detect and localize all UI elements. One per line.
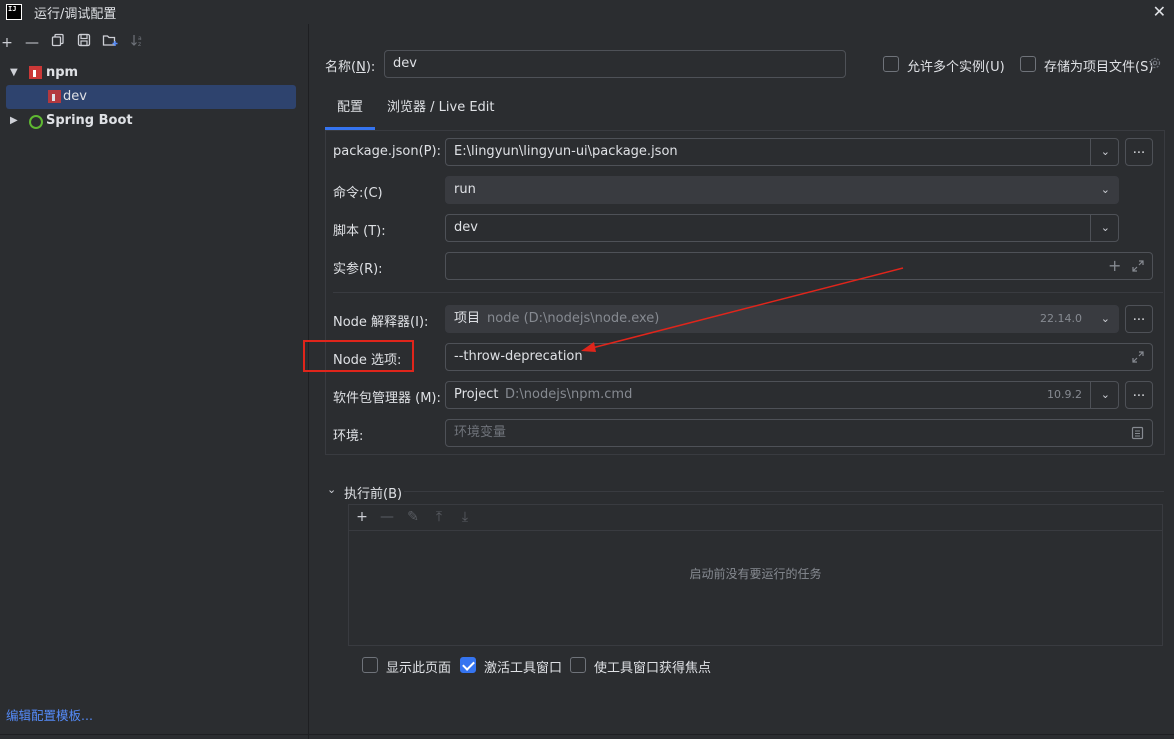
- package-manager-path: D:\nodejs\npm.cmd: [505, 387, 633, 402]
- remove-icon[interactable]: —: [22, 32, 42, 54]
- before-launch-panel: + — ✎ ⤒ ⤓ 启动前没有要运行的任务: [348, 504, 1163, 646]
- name-field[interactable]: dev: [384, 50, 846, 78]
- bottom-divider: [0, 734, 1174, 735]
- add-icon[interactable]: +: [352, 507, 372, 527]
- combo-separator: [1090, 215, 1091, 241]
- tab-configuration[interactable]: 配置: [324, 100, 376, 130]
- node-interpreter-kind: 项目: [454, 311, 481, 326]
- node-interpreter-combo[interactable]: 项目 node (D:\nodejs\node.exe) 22.14.0 ⌄: [445, 305, 1119, 333]
- tab-browser-live-edit[interactable]: 浏览器 / Live Edit: [387, 100, 495, 130]
- before-launch-empty-text: 启动前没有要运行的任务: [689, 567, 822, 581]
- environment-field[interactable]: 环境变量: [445, 419, 1153, 447]
- chevron-down-icon[interactable]: ⌄: [1101, 215, 1110, 241]
- chevron-down-icon[interactable]: ⌄: [1101, 139, 1110, 165]
- browse-package-json-button[interactable]: ...: [1125, 138, 1153, 166]
- focus-tool-window-label: 使工具窗口获得焦点: [594, 661, 712, 676]
- show-page-label: 显示此页面: [386, 661, 452, 676]
- remove-icon: —: [380, 509, 394, 525]
- command-label: 命令:(C): [333, 186, 383, 201]
- close-icon[interactable]: ✕: [1153, 2, 1166, 21]
- package-manager-version: 10.9.2: [1047, 388, 1082, 401]
- script-combo[interactable]: dev ⌄: [445, 214, 1119, 242]
- section-separator: [404, 491, 1164, 492]
- package-json-value: E:\lingyun\lingyun-ui\package.json: [454, 144, 678, 159]
- add-icon[interactable]: +: [1108, 258, 1121, 274]
- chevron-down-icon[interactable]: ⌄: [1101, 306, 1110, 332]
- intellij-app-icon: IJ: [6, 4, 22, 20]
- new-folder-icon[interactable]: [100, 32, 120, 54]
- gear-icon[interactable]: [1148, 56, 1162, 70]
- window-title: 运行/调试配置: [34, 7, 117, 22]
- tree-label-npm: npm: [46, 65, 79, 80]
- move-up-icon: ⤒: [435, 509, 443, 525]
- svg-text:z: z: [138, 41, 141, 47]
- document-icon[interactable]: [1131, 426, 1144, 444]
- browse-node-interpreter-button[interactable]: ...: [1125, 305, 1153, 333]
- store-as-project-label: 存储为项目文件(S): [1044, 60, 1154, 75]
- package-manager-combo[interactable]: Project D:\nodejs\npm.cmd 10.9.2 ⌄: [445, 381, 1119, 409]
- activate-tool-window-label: 激活工具窗口: [484, 661, 563, 676]
- browse-package-manager-button[interactable]: ...: [1125, 381, 1153, 409]
- edit-config-templates-link[interactable]: 编辑配置模板...: [6, 705, 93, 724]
- node-options-field[interactable]: --throw-deprecation: [445, 343, 1153, 371]
- script-value: dev: [454, 220, 478, 235]
- copy-icon[interactable]: [48, 32, 68, 54]
- chevron-down-icon[interactable]: ⌄: [1101, 382, 1110, 408]
- tree-label-spring-boot: Spring Boot: [46, 113, 133, 128]
- node-interpreter-version: 22.14.0: [1040, 312, 1082, 325]
- npm-icon: [29, 66, 42, 79]
- allow-parallel-checkbox[interactable]: [883, 56, 899, 72]
- expand-icon[interactable]: [1131, 259, 1145, 277]
- package-json-label: package.json(P):: [333, 144, 441, 159]
- edit-icon: ✎: [407, 509, 419, 525]
- command-value: run: [454, 182, 476, 197]
- panel-divider: [308, 24, 309, 739]
- add-icon[interactable]: +: [0, 32, 17, 54]
- combo-separator: [1090, 139, 1091, 165]
- spring-boot-icon: [29, 115, 43, 129]
- store-as-project-checkbox[interactable]: [1020, 56, 1036, 72]
- save-icon[interactable]: [74, 32, 94, 54]
- node-interpreter-label: Node 解释器(I):: [333, 315, 429, 330]
- package-json-combo[interactable]: E:\lingyun\lingyun-ui\package.json ⌄: [445, 138, 1119, 166]
- environment-label: 环境:: [333, 429, 364, 444]
- script-label: 脚本 (T):: [333, 224, 386, 239]
- tree-label-dev: dev: [63, 89, 87, 104]
- config-list-toolbar: + — az: [0, 32, 308, 56]
- annotation-highlight-box: [303, 340, 414, 372]
- chevron-down-icon[interactable]: ⌄: [1101, 177, 1110, 203]
- before-launch-title[interactable]: 执行前(B): [344, 483, 402, 502]
- title-bar: IJ 运行/调试配置 ✕: [0, 0, 1174, 24]
- activate-tool-window-checkbox[interactable]: [460, 657, 476, 673]
- arguments-field[interactable]: [445, 252, 1153, 280]
- sort-icon[interactable]: az: [127, 32, 147, 54]
- chevron-right-icon[interactable]: ▶: [10, 109, 18, 133]
- before-launch-toolbar: + — ✎ ⤒ ⤓: [349, 505, 1162, 531]
- command-combo[interactable]: run ⌄: [445, 176, 1119, 204]
- chevron-down-icon[interactable]: ⌄: [327, 483, 336, 496]
- npm-icon: [48, 90, 61, 103]
- move-down-icon: ⤓: [461, 509, 469, 525]
- package-manager-label: 软件包管理器 (M):: [333, 391, 441, 406]
- form-separator: [333, 292, 1163, 293]
- package-manager-kind: Project: [454, 387, 499, 402]
- expand-icon[interactable]: [1131, 350, 1145, 368]
- show-page-checkbox[interactable]: [362, 657, 378, 673]
- node-interpreter-path: node (D:\nodejs\node.exe): [487, 311, 660, 326]
- arguments-label: 实参(R):: [333, 262, 383, 277]
- chevron-down-icon[interactable]: ▼: [10, 61, 18, 85]
- combo-separator: [1090, 382, 1091, 408]
- allow-parallel-label: 允许多个实例(U): [907, 60, 1005, 75]
- name-label: 名称(N):: [325, 60, 376, 75]
- focus-tool-window-checkbox[interactable]: [570, 657, 586, 673]
